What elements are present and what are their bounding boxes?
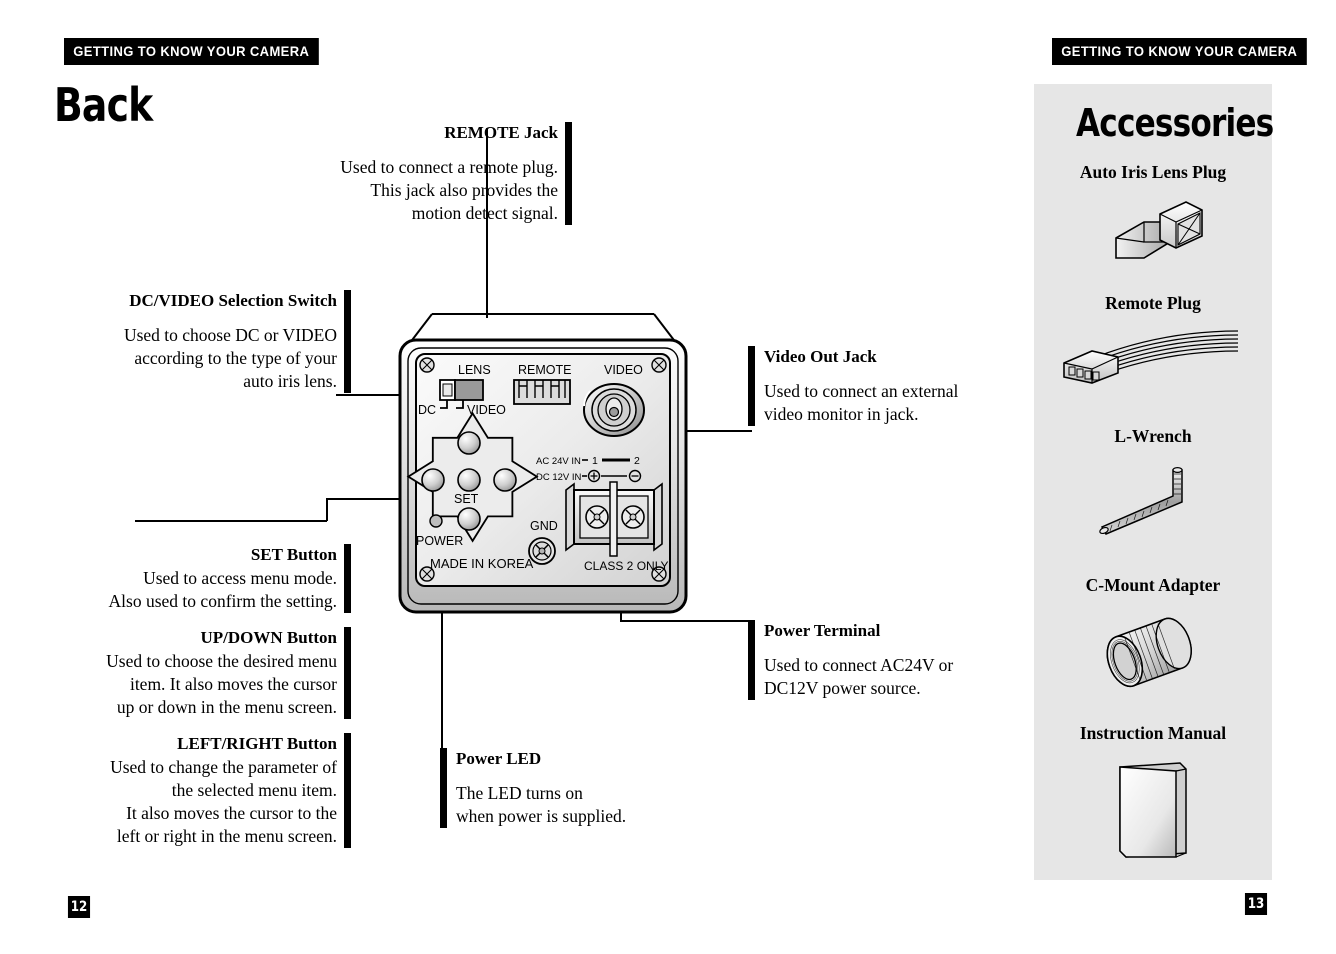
accessory-label: L-Wrench: [1114, 426, 1192, 446]
callout-body: The LED turns on when power is supplied.: [456, 783, 627, 826]
diagram-label-lens: LENS: [458, 363, 491, 377]
down-button: [457, 507, 481, 531]
accessory-label: Instruction Manual: [1079, 723, 1227, 743]
diagram-label-class2: CLASS 2 ONLY: [584, 559, 668, 573]
video-bnc-jack: [583, 383, 645, 437]
accessories-panel: Accessories Auto Iris Lens Plug Remote P…: [1034, 84, 1274, 880]
callout-power-terminal: Power Terminal Used to connect AC24V or …: [748, 620, 1044, 700]
callout-body: Used to access menu mode. Also used to c…: [108, 568, 337, 611]
callout-body: Used to choose DC or VIDEO according to …: [123, 325, 337, 391]
connector-plug-icon: [1034, 196, 1272, 268]
set-button: [457, 468, 481, 492]
leader-line-power-terminal-h: [620, 620, 752, 622]
callout-body: Used to choose the desired menu item. It…: [106, 651, 337, 717]
accessory-label: Auto Iris Lens Plug: [1079, 162, 1227, 182]
booklet-icon: [1034, 757, 1272, 861]
page-number-left: 12: [67, 896, 91, 918]
callout-dc-video-selection-switch: DC/VIDEO Selection Switch Used to choose…: [52, 290, 351, 393]
power-terminal-block: [565, 481, 663, 557]
callout-power-led: Power LED The LED turns on when power is…: [440, 748, 736, 828]
callout-body: Used to connect a remote plug. This jack…: [340, 157, 558, 223]
callout-set-button: SET Button Used to access menu mode. Als…: [52, 544, 351, 613]
accessory-item-auto-iris-lens-plug: Auto Iris Lens Plug: [1034, 162, 1272, 268]
leader-line-set-divider: [135, 520, 327, 522]
callout-remote-jack: REMOTE Jack Used to connect a remote plu…: [258, 122, 572, 225]
callout-heading: Video Out Jack: [764, 347, 877, 366]
callout-heading: Power LED: [456, 749, 542, 768]
callout-heading: DC/VIDEO Selection Switch: [129, 291, 337, 310]
allen-wrench-icon: [1034, 462, 1272, 542]
ribbon-cable-plug-icon: [1034, 327, 1272, 399]
running-header-right: GETTING TO KNOW YOUR CAMERA: [1052, 38, 1307, 65]
accessory-label: C-Mount Adapter: [1085, 575, 1221, 595]
page-number-right: 13: [1244, 893, 1268, 915]
callout-body: Used to change the parameter of the sele…: [110, 757, 337, 846]
leader-line-set-elbow: [326, 498, 328, 521]
diagram-label-dc: DC: [418, 403, 436, 417]
callout-left-right-button: LEFT/RIGHT Button Used to change the par…: [52, 733, 351, 848]
diagram-label-made-in-korea: MADE IN KOREA: [430, 556, 534, 571]
diagram-label-ac-pin2: 2: [634, 455, 640, 467]
left-button: [421, 468, 445, 492]
camera-back-panel-diagram: LENS DC VIDEO REMOTE VIDEO AC 24V IN 1 2…: [396, 308, 706, 620]
callout-heading: LEFT/RIGHT Button: [177, 734, 337, 753]
accessory-label: Remote Plug: [1105, 293, 1201, 313]
diagram-label-dc-in: DC 12V IN: [536, 472, 582, 483]
callout-heading: SET Button: [250, 545, 337, 564]
callout-body: Used to connect an external video monito…: [764, 381, 959, 424]
diagram-label-remote: REMOTE: [518, 363, 571, 377]
callout-video-out-jack: Video Out Jack Used to connect an extern…: [748, 346, 1044, 426]
lens-ring-icon: [1034, 607, 1272, 695]
remote-connector: [513, 379, 571, 405]
accessory-item-c-mount-adapter: C-Mount Adapter: [1034, 575, 1272, 695]
diagram-label-set: SET: [454, 492, 479, 506]
diagram-label-ac-in: AC 24V IN: [536, 456, 581, 467]
diagram-label-gnd: GND: [530, 519, 558, 533]
page-title-back: Back: [54, 78, 153, 132]
accessory-item-l-wrench: L-Wrench: [1034, 426, 1272, 542]
running-header-left: GETTING TO KNOW YOUR CAMERA: [64, 38, 319, 65]
callout-body: Used to connect AC24V or DC12V power sou…: [764, 655, 954, 698]
power-led-indicator: [429, 514, 443, 528]
callout-heading: Power Terminal: [764, 621, 881, 640]
accessory-item-remote-plug: Remote Plug: [1034, 293, 1272, 399]
callout-heading: REMOTE Jack: [444, 123, 558, 142]
page-title-accessories: Accessories: [1076, 101, 1274, 145]
right-button: [493, 468, 517, 492]
accessory-item-instruction-manual: Instruction Manual: [1034, 723, 1272, 861]
diagram-label-ac-pin1: 1: [592, 455, 598, 467]
up-button: [457, 431, 481, 455]
callout-heading: UP/DOWN Button: [200, 628, 337, 647]
diagram-label-video-jack: VIDEO: [604, 363, 643, 377]
diagram-label-power: POWER: [416, 534, 463, 548]
manual-spread: GETTING TO KNOW YOUR CAMERA GETTING TO K…: [0, 0, 1336, 954]
callout-up-down-button: UP/DOWN Button Used to choose the desire…: [52, 627, 351, 719]
